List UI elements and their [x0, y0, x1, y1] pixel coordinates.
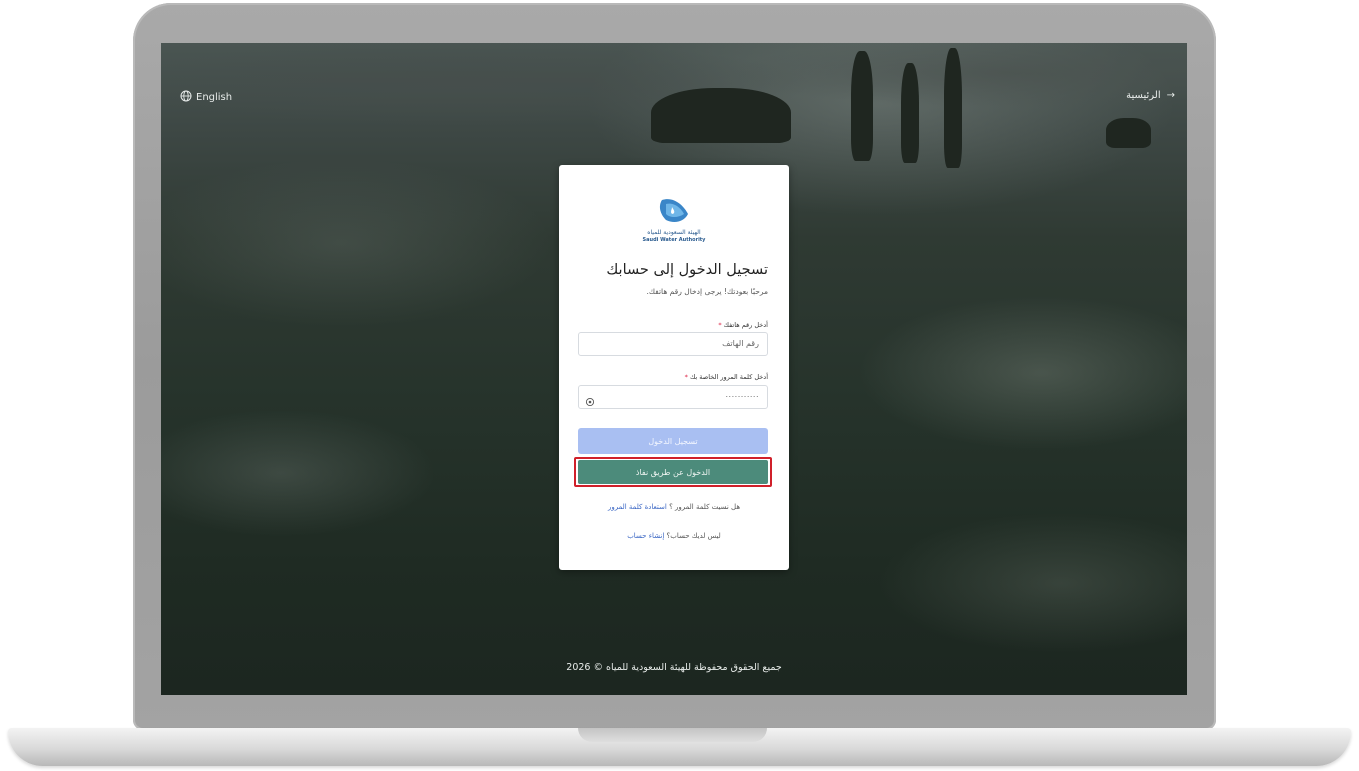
password-field[interactable]: ........... — [578, 385, 768, 409]
phone-placeholder: رقم الهاتف — [722, 339, 759, 348]
background-tree — [1106, 118, 1151, 148]
eye-icon[interactable] — [585, 392, 595, 407]
required-mark: * — [718, 321, 722, 329]
forgot-password-row: هل نسيت كلمة المرور ؟ استعادة كلمة المرو… — [559, 503, 789, 511]
page-title: تسجيل الدخول إلى حسابك — [606, 262, 768, 278]
password-label-text: أدخل كلمة المرور الخاصة بك — [689, 373, 768, 381]
globe-icon — [180, 90, 192, 105]
language-switch[interactable]: English — [180, 90, 232, 105]
no-account-text: ليس لديك حساب؟ — [666, 532, 721, 540]
footer-copyright: جميع الحقوق محفوظة للهيئة السعودية للميا… — [566, 662, 782, 673]
background-tree — [851, 51, 873, 161]
page-subtitle: مرحبًا بعودتك! يرجى إدخال رقم هاتفك. — [646, 287, 768, 296]
laptop-notch — [578, 728, 767, 742]
logo-name-ar: الهيئة السعودية للمياه — [647, 229, 701, 236]
background-tree — [901, 63, 919, 163]
arrow-right-icon: → — [1166, 90, 1175, 101]
phone-label-text: أدخل رقم هاتفك — [723, 321, 768, 329]
login-card: الهيئة السعودية للمياه Saudi Water Autho… — [559, 165, 789, 570]
home-link[interactable]: → الرئيسية — [1126, 90, 1175, 101]
register-row: ليس لديك حساب؟ إنشاء حساب — [559, 532, 789, 540]
password-value: ........... — [725, 390, 759, 399]
logo-name-en: Saudi Water Authority — [642, 237, 706, 243]
nafath-login-button[interactable]: الدخول عن طريق نفاذ — [578, 460, 768, 484]
forgot-password-text: هل نسيت كلمة المرور ؟ — [669, 503, 741, 511]
language-label: English — [196, 92, 233, 103]
register-link[interactable]: إنشاء حساب — [627, 532, 664, 540]
home-link-label: الرئيسية — [1126, 90, 1161, 101]
password-label: أدخل كلمة المرور الخاصة بك * — [685, 373, 768, 381]
background-tree — [651, 88, 791, 143]
forgot-password-link[interactable]: استعادة كلمة المرور — [608, 503, 667, 511]
required-mark: * — [684, 373, 688, 381]
background-tree — [944, 48, 962, 168]
screen: → الرئيسية English الهيئة السعودية للميا… — [161, 43, 1187, 695]
phone-label: أدخل رقم هاتفك * — [718, 321, 768, 329]
phone-field[interactable]: رقم الهاتف — [578, 332, 768, 356]
login-button[interactable]: تسجيل الدخول — [578, 428, 768, 454]
